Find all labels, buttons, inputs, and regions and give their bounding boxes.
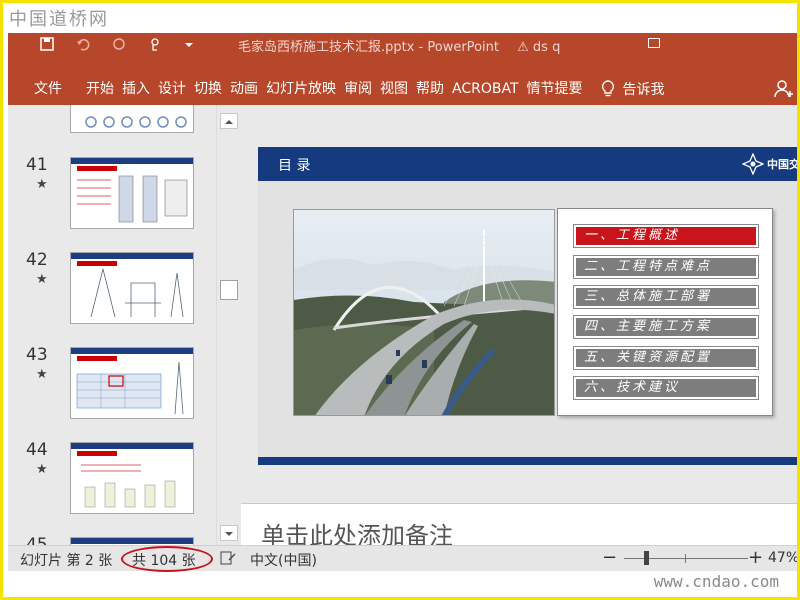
user-label[interactable]: ds q: [533, 40, 560, 55]
screenshot-frame: 中国道桥网 毛家岛西桥施工技术汇报.pptx - PowerPoint ⚠ ds…: [0, 0, 800, 600]
zoom-out-button[interactable]: −: [602, 547, 617, 568]
customize-dropdown-icon[interactable]: [184, 37, 194, 55]
slide-thumbnail-pane[interactable]: 41 ★ 42 ★ 43 ★ 44 ★ 45: [8, 105, 216, 545]
slide-number: 44: [26, 440, 48, 460]
scroll-up-button[interactable]: [220, 113, 238, 129]
tab-view[interactable]: 视图: [376, 77, 412, 101]
toc-item-difficulties[interactable]: 二、工程特点难点: [573, 255, 759, 279]
zoom-slider-thumb[interactable]: [644, 551, 649, 565]
tab-acrobat[interactable]: ACROBAT: [448, 77, 523, 101]
highlight-circle: [121, 546, 213, 572]
company-logo: 中国交: [742, 153, 800, 175]
tell-me-label: 告诉我: [622, 82, 665, 98]
toc-item-overview[interactable]: 一、工程概述: [573, 224, 759, 248]
slide-header-bar: 目 录 中国交: [258, 147, 800, 181]
tab-animations[interactable]: 动画: [226, 77, 262, 101]
undo-icon[interactable]: [76, 37, 90, 55]
animation-star-icon: ★: [36, 462, 48, 477]
slide-number: 41: [26, 155, 48, 175]
warning-icon: ⚠: [517, 40, 529, 55]
slide-number: 45: [26, 535, 48, 545]
lightbulb-icon: [601, 80, 615, 98]
tab-insert[interactable]: 插入: [118, 77, 154, 101]
slide-thumbnail-entry[interactable]: 45: [8, 535, 216, 545]
zoom-in-button[interactable]: +: [748, 547, 763, 568]
title-bar: 毛家岛西桥施工技术汇报.pptx - PowerPoint ⚠ ds q: [8, 33, 797, 57]
scroll-down-button[interactable]: [220, 525, 238, 541]
slide-edit-area[interactable]: 目 录 中国交 一、工程概述 二、工程特点难点 三、总体施工部署 四、主要施工方…: [241, 105, 800, 545]
logo-emblem-icon: [742, 153, 764, 175]
ribbon-display-icon[interactable]: [648, 38, 660, 48]
slide-heading[interactable]: 目 录: [278, 155, 310, 175]
tab-help[interactable]: 帮助: [412, 77, 448, 101]
tell-me-box[interactable]: 告诉我: [601, 79, 665, 99]
slide-thumbnail-entry[interactable]: 43 ★: [8, 345, 216, 425]
slide-number: 43: [26, 345, 48, 365]
document-title-text: 毛家岛西桥施工技术汇报.pptx - PowerPoint: [238, 40, 499, 55]
slide-thumbnail[interactable]: [70, 442, 194, 514]
tab-file[interactable]: 文件: [8, 77, 82, 101]
touch-mode-icon[interactable]: [148, 37, 162, 55]
tab-slideshow[interactable]: 幻灯片放映: [262, 77, 340, 101]
zoom-level[interactable]: 47%: [768, 550, 797, 566]
watermark-top: 中国道桥网: [9, 9, 109, 30]
save-icon[interactable]: [40, 37, 54, 55]
tab-transitions[interactable]: 切换: [190, 77, 226, 101]
slide-thumbnail[interactable]: [70, 537, 194, 545]
language-indicator[interactable]: 中文(中国): [250, 550, 317, 570]
toc-item-resources[interactable]: 五、关键资源配置: [573, 346, 759, 370]
table-of-contents: 一、工程概述 二、工程特点难点 三、总体施工部署 四、主要施工方案 五、关键资源…: [557, 208, 773, 416]
slide-thumbnail[interactable]: [70, 347, 194, 419]
toc-item-suggestions[interactable]: 六、技术建议: [573, 376, 759, 400]
animation-star-icon: ★: [36, 177, 48, 192]
toc-item-construction-plan[interactable]: 四、主要施工方案: [573, 315, 759, 339]
redo-icon[interactable]: [112, 37, 126, 55]
toc-item-deployment[interactable]: 三、总体施工部署: [573, 285, 759, 309]
bridge-photo[interactable]: [293, 209, 555, 416]
watermark-bottom: www.cndao.com: [653, 572, 779, 591]
zoom-slider-track[interactable]: [624, 558, 748, 559]
animation-star-icon: ★: [36, 272, 48, 287]
slide-thumbnail-entry[interactable]: 41 ★: [8, 155, 216, 235]
quick-access-toolbar: [40, 37, 194, 55]
slide-thumbnail-entry[interactable]: 44 ★: [8, 440, 216, 520]
status-bar: 幻灯片 第 2 张 共 104 张 中文(中国) − + 47%: [8, 545, 797, 572]
tab-home[interactable]: 开始: [82, 77, 118, 101]
scrollbar-thumb[interactable]: [220, 280, 238, 300]
thumbnail-scrollbar[interactable]: [216, 105, 241, 545]
slide-thumbnail[interactable]: [70, 252, 194, 324]
zoom-slider-center-tick: [685, 554, 686, 563]
notes-toggle-icon[interactable]: [220, 551, 236, 565]
logo-text: 中国交: [767, 158, 800, 171]
slide-thumbnail-entry[interactable]: 42 ★: [8, 250, 216, 330]
tab-review[interactable]: 审阅: [340, 77, 376, 101]
slide-position: 幻灯片 第 2 张: [20, 553, 113, 569]
animation-star-icon: ★: [36, 367, 48, 382]
tab-storyboarding[interactable]: 情节提要: [523, 77, 587, 101]
slide-number: 42: [26, 250, 48, 270]
ribbon: 文件 开始 插入 设计 切换 动画 幻灯片放映 审阅 视图 帮助 ACROBAT…: [8, 57, 797, 105]
slide-thumbnail[interactable]: [70, 157, 194, 229]
document-title: 毛家岛西桥施工技术汇报.pptx - PowerPoint ⚠ ds q: [238, 36, 560, 55]
share-user-icon[interactable]: [774, 79, 794, 99]
slide-thumbnail-partial[interactable]: [70, 105, 194, 133]
slide-footer-bar: [258, 457, 797, 465]
current-slide[interactable]: 目 录 中国交 一、工程概述 二、工程特点难点 三、总体施工部署 四、主要施工方…: [258, 147, 800, 465]
tab-design[interactable]: 设计: [154, 77, 190, 101]
notes-pane[interactable]: 单击此处添加备注: [241, 503, 797, 550]
ribbon-tabs: 文件 开始 插入 设计 切换 动画 幻灯片放映 审阅 视图 帮助 ACROBAT…: [8, 77, 665, 101]
